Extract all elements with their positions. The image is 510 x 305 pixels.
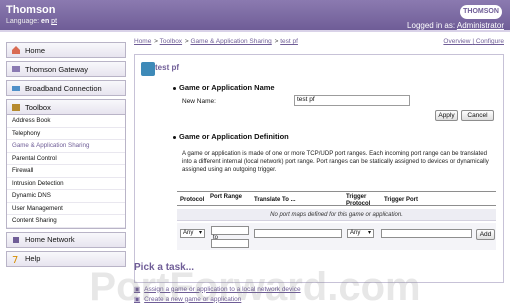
sidebar-subitem-firewall[interactable]: Firewall: [7, 165, 125, 178]
user-link[interactable]: Administrator: [457, 21, 504, 30]
sidebar-subitem-game-application-sharing[interactable]: Game & Application Sharing: [7, 140, 125, 153]
sidebar-subitem-parental-control[interactable]: Parental Control: [7, 153, 125, 165]
header-translate-to: Translate To ...: [254, 197, 296, 203]
empty-port-map-message: No port maps defined for this game or ap…: [177, 209, 496, 221]
sidebar-label-home: Home: [25, 45, 46, 55]
breadcrumb: Home > Toolbox > Game & Application Shar…: [134, 38, 299, 45]
sidebar-label-gateway: Thomson Gateway: [25, 64, 88, 74]
definition-description: A game or application is made of one or …: [182, 150, 489, 173]
section-title-name: Game or Application Name: [173, 83, 275, 92]
sidebar-label-help: Help: [25, 254, 41, 263]
bullet-icon: [173, 135, 176, 139]
toolbox-icon: [11, 102, 21, 112]
protocol-select[interactable]: Any: [180, 229, 205, 238]
sidebar-item-toolbox[interactable]: Toolbox: [6, 99, 126, 115]
home-icon: [11, 45, 21, 55]
toolbox-submenu: Address Book Telephony Game & Applicatio…: [6, 115, 126, 229]
new-name-input[interactable]: test pf: [294, 95, 410, 106]
task-icon: ▣: [134, 296, 141, 303]
logged-in-label: Logged in as:: [407, 21, 456, 30]
sidebar-label-toolbox: Toolbox: [25, 102, 51, 112]
bullet-icon: [173, 86, 176, 90]
sidebar-subitem-content-sharing[interactable]: Content Sharing: [7, 215, 125, 228]
sidebar-subitem-address-book[interactable]: Address Book: [7, 115, 125, 128]
home-network-icon: [11, 235, 21, 245]
main-content: Home > Toolbox > Game & Application Shar…: [134, 38, 504, 283]
port-range-start-input[interactable]: [211, 226, 249, 235]
port-range-end-input[interactable]: [211, 239, 249, 248]
language-label: Language:: [6, 18, 40, 25]
breadcrumb-toolbox[interactable]: Toolbox: [160, 38, 182, 45]
create-game-task-link[interactable]: ▣ Create a new game or application: [134, 295, 241, 304]
top-header: Thomson Language: en pt THOMSON Logged i…: [0, 0, 510, 32]
brand-name: Thomson: [6, 4, 56, 16]
sidebar-item-thomson-gateway[interactable]: Thomson Gateway: [6, 61, 126, 77]
new-name-label: New Name:: [182, 98, 216, 105]
breadcrumb-separator: >: [154, 38, 158, 45]
add-port-map-button[interactable]: Add: [476, 229, 495, 240]
header-protocol: Protocol: [180, 197, 205, 203]
language-en[interactable]: en: [41, 18, 49, 25]
help-icon: 7: [11, 254, 21, 264]
task-icon: ▣: [134, 286, 141, 293]
section-title-definition: Game or Application Definition: [173, 132, 289, 141]
translate-to-input[interactable]: [254, 229, 342, 238]
sidebar-label-home-network: Home Network: [25, 235, 75, 244]
configure-link[interactable]: Configure: [476, 38, 504, 45]
port-map-table: Protocol Port Range Translate To ... Tri…: [177, 181, 496, 271]
sidebar-subitem-dynamic-dns[interactable]: Dynamic DNS: [7, 190, 125, 203]
trigger-port-input[interactable]: [381, 229, 472, 238]
svg-text:7: 7: [12, 255, 18, 264]
overview-link[interactable]: Overview: [443, 38, 470, 45]
sidebar-item-home-network[interactable]: Home Network: [6, 231, 126, 248]
task-title: Pick a task...: [134, 262, 195, 273]
sidebar: Home Thomson Gateway Broadband Connectio…: [6, 42, 126, 277]
header-port-range: Port Range: [210, 194, 243, 200]
sidebar-label-broadband: Broadband Connection: [25, 83, 102, 93]
header-trigger-protocol: Trigger Protocol: [346, 194, 371, 207]
game-application-panel: test pf Game or Application Name New Nam…: [134, 54, 504, 283]
game-application-icon: [141, 62, 155, 76]
port-map-input-row: Any to Any: [177, 223, 496, 250]
broadband-icon: [11, 83, 21, 93]
sidebar-item-help[interactable]: 7 Help: [6, 250, 126, 267]
sidebar-subitem-user-management[interactable]: User Management: [7, 203, 125, 215]
header-trigger-port: Trigger Port: [384, 197, 419, 203]
sidebar-subitem-intrusion-detection[interactable]: Intrusion Detection: [7, 178, 125, 190]
language-selector: Language: en pt: [6, 18, 57, 25]
task-section: Pick a task... ▣ Assign a game or applica…: [134, 262, 504, 305]
thomson-logo: THOMSON: [460, 5, 502, 19]
table-header-row: Protocol Port Range Translate To ... Tri…: [177, 191, 496, 207]
breadcrumb-home[interactable]: Home: [134, 38, 151, 45]
apply-button[interactable]: Apply: [435, 110, 458, 121]
breadcrumb-separator: >: [184, 38, 189, 45]
trigger-protocol-select[interactable]: Any: [347, 229, 374, 238]
breadcrumb-test-pf[interactable]: test pf: [280, 38, 298, 45]
gateway-icon: [11, 64, 21, 74]
language-pt[interactable]: pt: [51, 18, 57, 25]
sidebar-item-broadband[interactable]: Broadband Connection: [6, 80, 126, 96]
breadcrumb-game-application-sharing[interactable]: Game & Application Sharing: [190, 38, 271, 45]
assign-game-task-link[interactable]: ▣ Assign a game or application to a local…: [134, 285, 301, 294]
page-title: test pf: [155, 63, 179, 72]
sidebar-subitem-telephony[interactable]: Telephony: [7, 128, 125, 140]
breadcrumb-separator: >: [274, 38, 279, 45]
sidebar-item-home[interactable]: Home: [6, 42, 126, 58]
cancel-button[interactable]: Cancel: [461, 110, 494, 121]
overview-configure-links: Overview | Configure: [443, 38, 504, 45]
login-status: Logged in as: Administrator: [407, 21, 504, 30]
